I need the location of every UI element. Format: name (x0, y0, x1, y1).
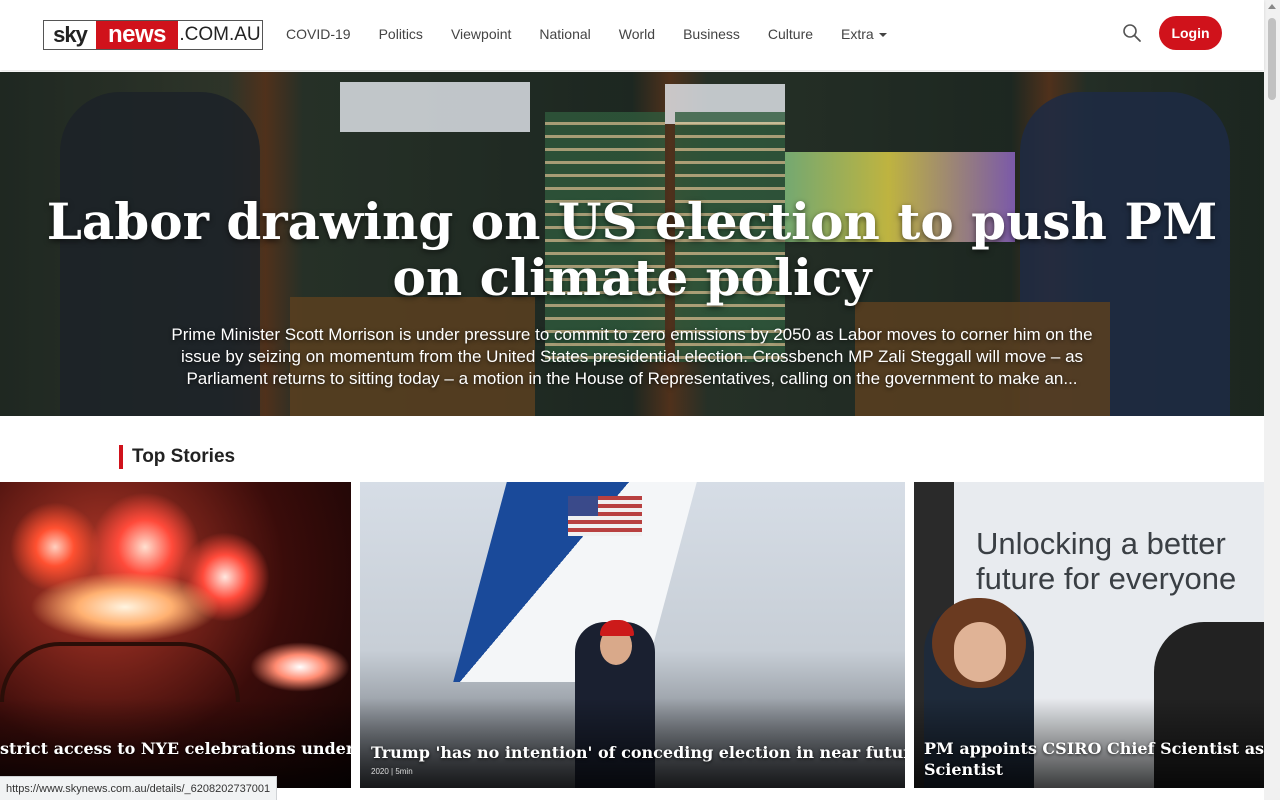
nav-extra[interactable]: Extra (841, 26, 887, 42)
story-card-nye[interactable]: strict access to NYE celebrations under (0, 482, 351, 788)
nav-viewpoint[interactable]: Viewpoint (451, 26, 511, 42)
link-status-bar: https://www.skynews.com.au/details/_6208… (0, 776, 278, 800)
main-nav: COVID-19 Politics Viewpoint National Wor… (286, 26, 887, 42)
fireworks-image (30, 572, 220, 642)
nav-covid-19[interactable]: COVID-19 (286, 26, 351, 42)
logo-news: news (96, 21, 178, 49)
fireworks-image (250, 642, 350, 692)
banner-line-2: future for everyone (976, 561, 1237, 596)
nav-extra-label: Extra (841, 26, 874, 42)
story-headline[interactable]: strict access to NYE celebrations under (0, 738, 351, 759)
banner-line-1: Unlocking a better (976, 526, 1226, 561)
story-meta: 2020 | 5min (371, 767, 413, 776)
harbour-bridge-image (0, 642, 240, 702)
story-headline-line-2: Scientist (924, 760, 1004, 779)
hero-photo-papers (340, 82, 530, 132)
hero-headline[interactable]: Labor drawing on US election to push PM … (40, 194, 1224, 306)
chief-scientist-face-image (954, 622, 1006, 682)
chevron-down-icon (878, 33, 887, 38)
scrollbar-thumb[interactable] (1268, 18, 1276, 100)
scroll-up-arrow-icon[interactable] (1268, 4, 1276, 9)
red-cap-image (600, 620, 634, 636)
search-icon[interactable] (1122, 23, 1142, 43)
story-headline[interactable]: PM appoints CSIRO Chief Scientist as Aus… (924, 738, 1264, 780)
top-stories-heading: Top Stories (119, 445, 235, 469)
hero-summary: Prime Minister Scott Morrison is under p… (171, 325, 1093, 388)
sky-news-logo[interactable]: sky news .COM.AU (43, 20, 263, 50)
story-headline-line-1: PM appoints CSIRO Chief Scientist as Aus… (924, 739, 1264, 758)
story-card-trump[interactable]: Trump 'has no intention' of conceding el… (360, 482, 905, 788)
page-scrollbar[interactable] (1264, 0, 1280, 800)
story-card-csiro[interactable]: Unlocking a better future for everyone P… (914, 482, 1264, 788)
nav-politics[interactable]: Politics (379, 26, 423, 42)
nav-business[interactable]: Business (683, 26, 740, 42)
logo-domain: .COM.AU (179, 24, 261, 45)
banner-text: Unlocking a better future for everyone (976, 526, 1236, 596)
logo-sky: sky (53, 22, 88, 47)
nav-culture[interactable]: Culture (768, 26, 813, 42)
site-header: sky news .COM.AU COVID-19 Politics Viewp… (0, 0, 1264, 70)
nav-world[interactable]: World (619, 26, 655, 42)
nav-national[interactable]: National (539, 26, 590, 42)
hero-story[interactable]: Labor drawing on US election to push PM … (0, 72, 1264, 416)
login-button[interactable]: Login (1159, 16, 1222, 50)
story-headline[interactable]: Trump 'has no intention' of conceding el… (371, 742, 905, 763)
us-flag-image (568, 496, 642, 536)
